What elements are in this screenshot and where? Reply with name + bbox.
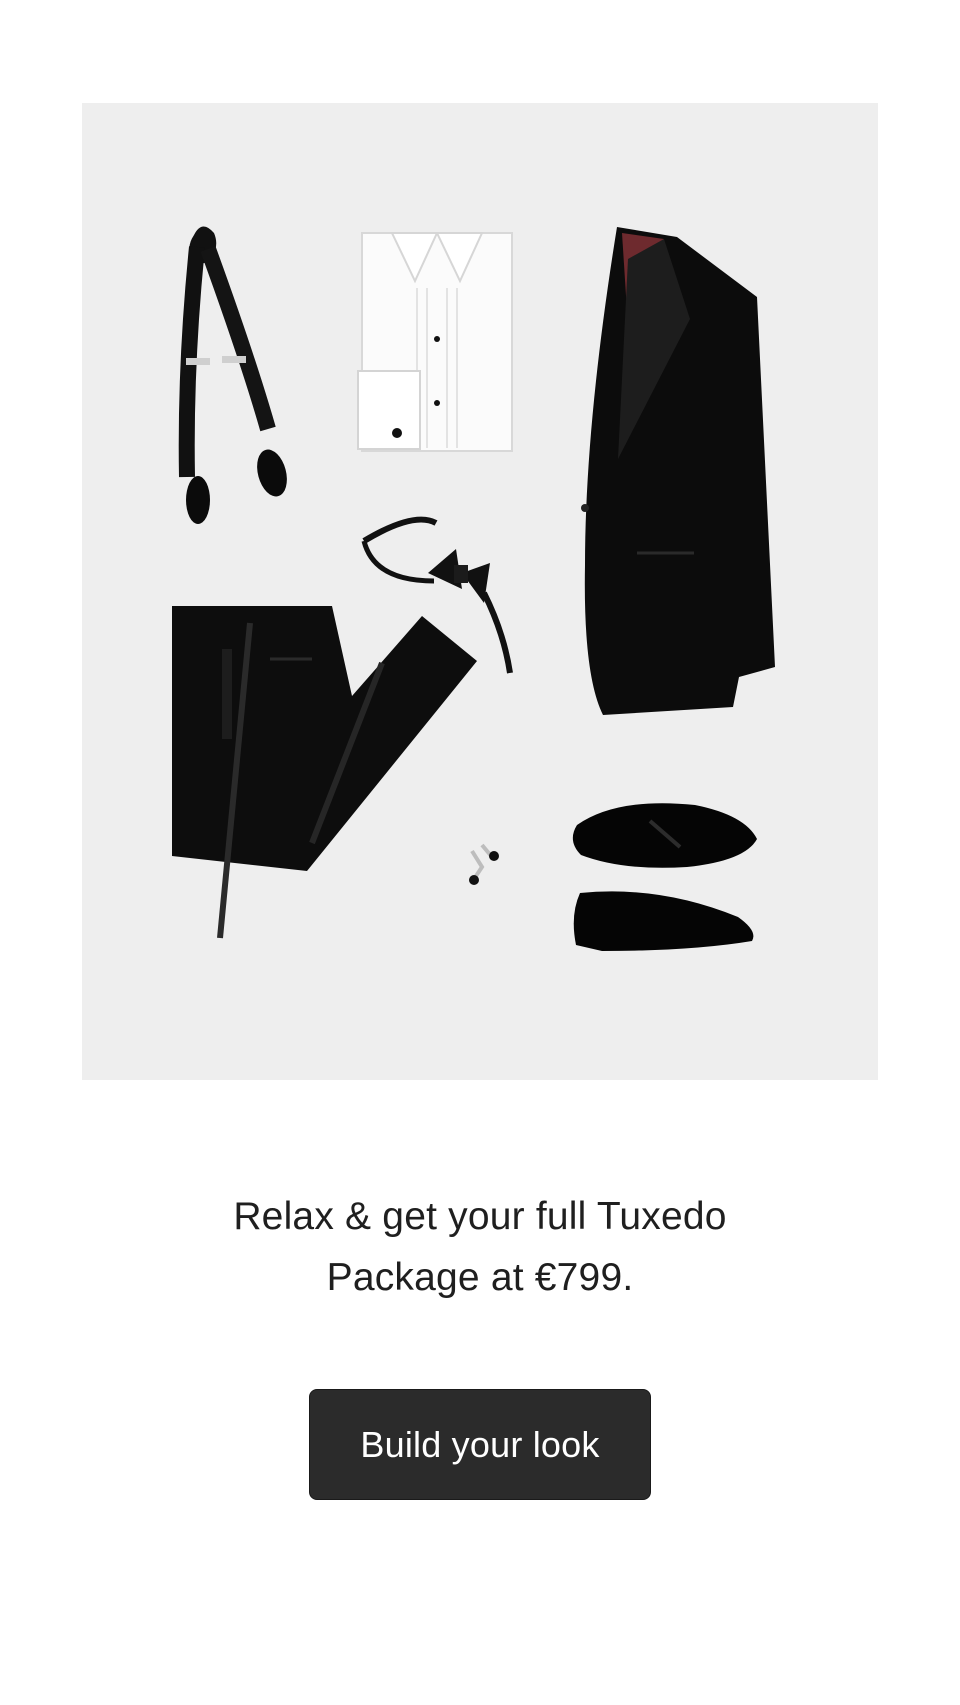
tuxedo-shirt-image: [357, 232, 513, 452]
promo-line-2: Package at €799.: [326, 1256, 634, 1299]
tuxedo-jacket-image: [581, 227, 775, 715]
build-your-look-button[interactable]: Build your look: [309, 1389, 651, 1500]
tuxedo-package-image: [82, 103, 878, 1080]
promo-line-1: Relax & get your full Tuxedo: [233, 1195, 727, 1238]
promo-text: Relax & get your full Tuxedo Package at …: [130, 1186, 830, 1308]
